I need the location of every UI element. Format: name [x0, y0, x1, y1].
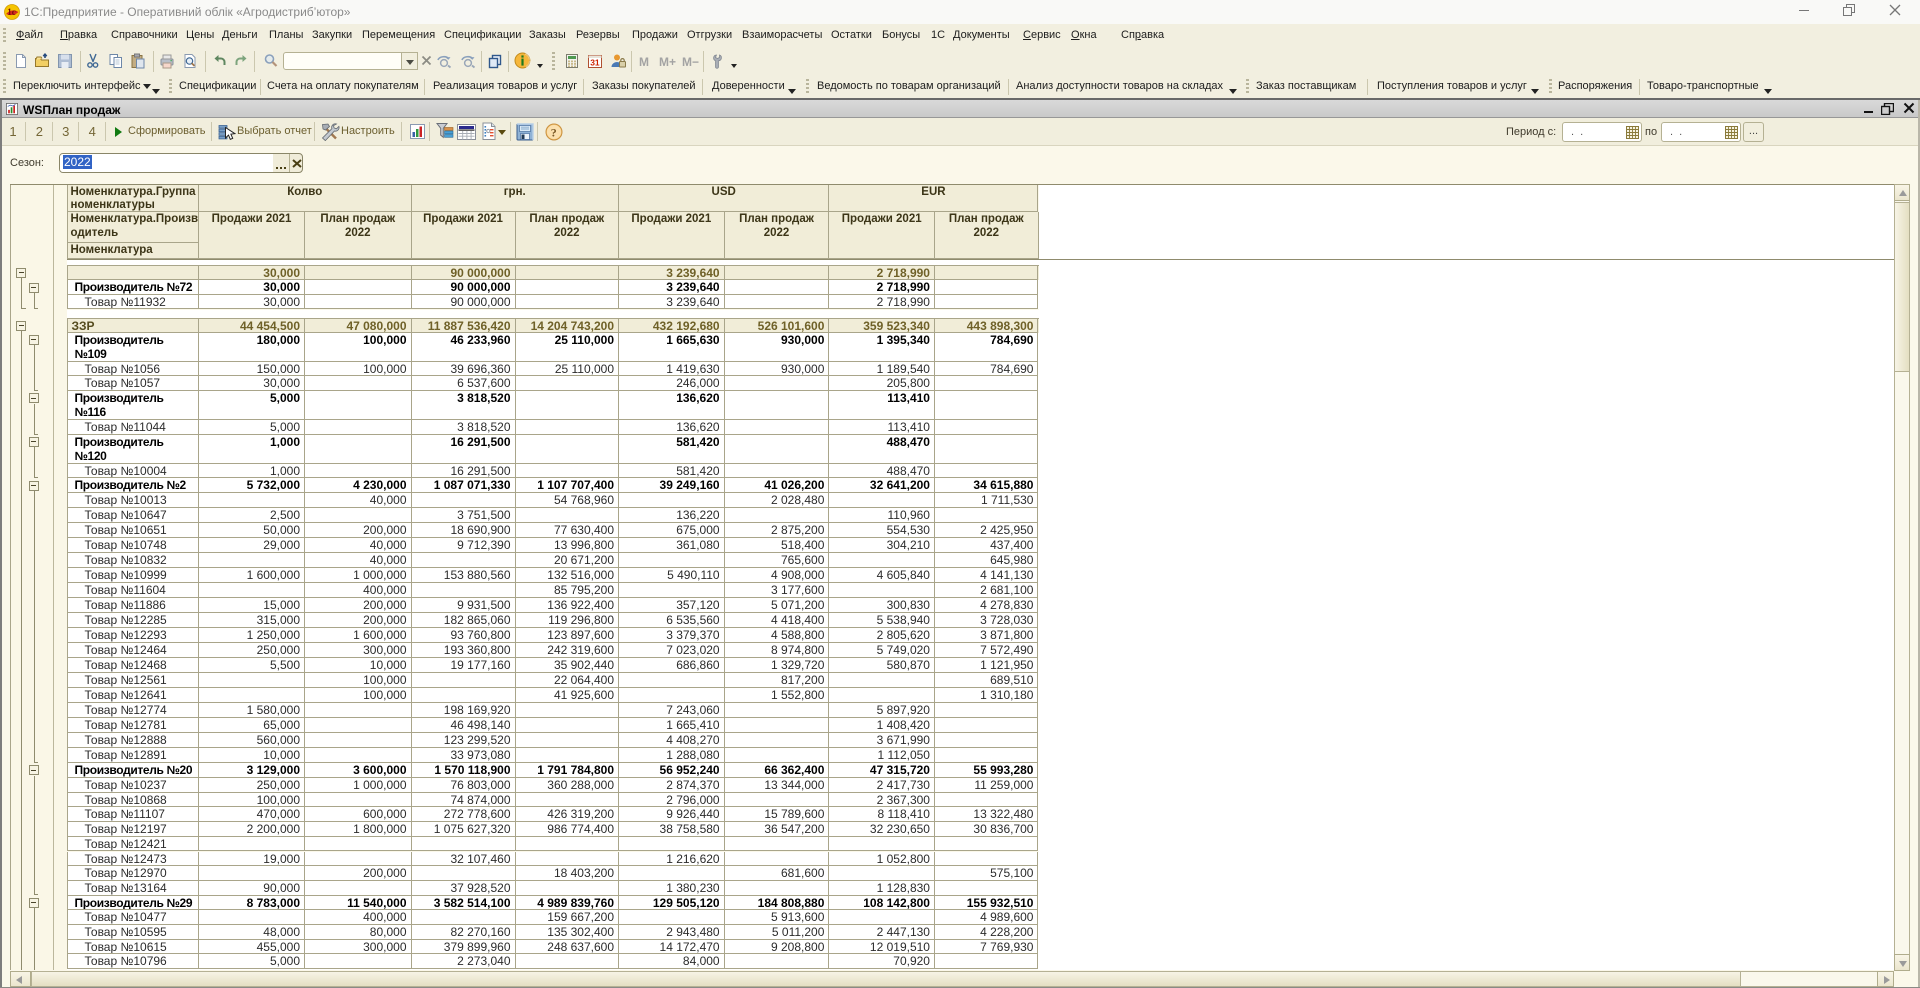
svg-text:31: 31 [590, 58, 600, 68]
svg-text:1с: 1с [7, 7, 16, 17]
svg-text:?: ? [551, 126, 557, 140]
